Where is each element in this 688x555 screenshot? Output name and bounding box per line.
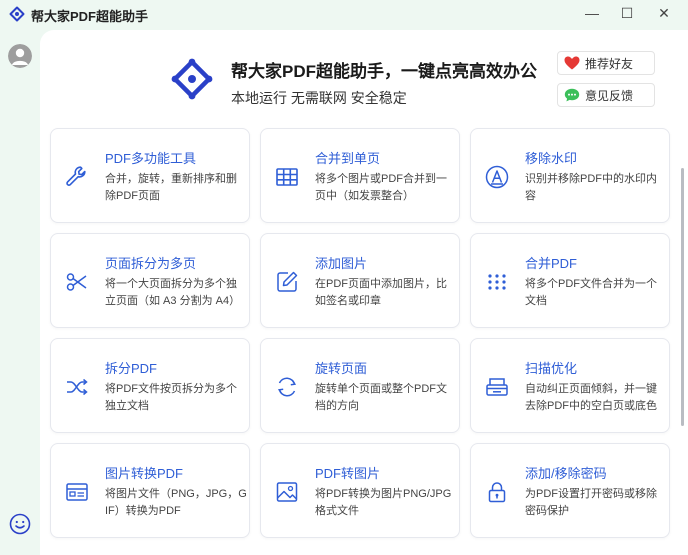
card-desc: 在PDF页面中添加图片，比如签名或印章 [315, 278, 447, 307]
lock-icon [488, 482, 506, 503]
app-title: 帮大家PDF超能助手 [31, 9, 149, 24]
card-desc: 将多个图片或PDF合并到一页中（如发票整合） [315, 173, 447, 202]
tool-card-password[interactable]: 添加/移除密码 为PDF设置打开密码或移除密码保护 [470, 443, 670, 538]
app-logo-icon [9, 6, 25, 22]
feedback-button[interactable]: 意见反馈 [557, 83, 655, 107]
edit-icon [277, 271, 298, 292]
card-desc: 为PDF设置打开密码或移除密码保护 [525, 488, 657, 517]
hero-title: 帮大家PDF超能助手，一键点亮高效办公 [231, 62, 537, 81]
tool-card-rotate-page[interactable]: 旋转页面 旋转单个页面或整个PDF文档的方向 [260, 338, 460, 433]
tool-card-add-image[interactable]: 添加图片 在PDF页面中添加图片，比如签名或印章 [260, 233, 460, 328]
card-desc: 将PDF文件按页拆分为多个独立文档 [105, 383, 237, 412]
recommend-label: 推荐好友 [585, 56, 634, 71]
hero-subtitle: 本地运行 无需联网 安全稳定 [231, 90, 407, 106]
card-title: 添加/移除密码 [525, 466, 607, 481]
card-title: PDF多功能工具 [105, 151, 197, 166]
scissors-icon [66, 273, 87, 291]
card-title: 页面拆分为多页 [105, 256, 197, 271]
card-title: PDF转图片 [315, 466, 381, 481]
tool-card-merge-to-single-page[interactable]: 合并到单页 将多个图片或PDF合并到一页中（如发票整合） [260, 128, 460, 223]
main-panel: 帮大家PDF超能助手，一键点亮高效办公 本地运行 无需联网 安全稳定 推荐好友 … [40, 30, 688, 555]
card-desc: 将一个大页面拆分为多个独立页面（如 A3 分割为 A4） [105, 278, 241, 307]
dots-grid-icon [488, 274, 506, 290]
card-desc: 合并，旋转，重新排序和删除PDF页面 [105, 173, 237, 202]
card-desc: 将图片文件（PNG，JPG，GIF）转换为PDF [105, 488, 247, 517]
tool-card-image-to-pdf[interactable]: 图片转换PDF 将图片文件（PNG，JPG，GIF）转换为PDF [50, 443, 250, 538]
minimize-button[interactable]: — [577, 2, 607, 24]
table-icon [276, 168, 298, 186]
tool-card-split-page[interactable]: 页面拆分为多页 将一个大页面拆分为多个独立页面（如 A3 分割为 A4） [50, 233, 250, 328]
card-desc: 将PDF转换为图片PNG/JPG格式文件 [315, 488, 452, 517]
card-desc: 将多个PDF文件合并为一个文档 [525, 278, 657, 307]
tool-card-scan-optimize[interactable]: 扫描优化 自动纠正页面倾斜，并一键去除PDF中的空白页或底色 [470, 338, 670, 433]
tool-card-merge-pdf[interactable]: 合并PDF 将多个PDF文件合并为一个文档 [470, 233, 670, 328]
tool-card-remove-watermark[interactable]: 移除水印 识别并移除PDF中的水印内容 [470, 128, 670, 223]
scanner-icon [486, 378, 508, 396]
maximize-button[interactable]: ☐ [612, 2, 642, 24]
heart-icon [564, 56, 580, 70]
card-title: 旋转页面 [315, 361, 368, 376]
wrench-icon [66, 166, 86, 186]
tool-card-pdf-multitool[interactable]: PDF多功能工具 合并，旋转，重新排序和删除PDF页面 [50, 128, 250, 223]
card-desc: 识别并移除PDF中的水印内容 [525, 173, 657, 202]
card-title: 扫描优化 [525, 361, 578, 376]
shuffle-icon [67, 378, 88, 396]
card-title: 合并到单页 [315, 151, 381, 166]
smile-icon[interactable] [9, 513, 31, 535]
recommend-button[interactable]: 推荐好友 [557, 51, 655, 75]
title-bar: 帮大家PDF超能助手 — ☐ ✕ [0, 0, 688, 28]
watermark-icon [485, 165, 509, 189]
tool-card-pdf-to-image[interactable]: PDF转图片 将PDF转换为图片PNG/JPG格式文件 [260, 443, 460, 538]
card-title: 移除水印 [525, 151, 578, 166]
scrollbar[interactable] [681, 168, 684, 426]
card-title: 图片转换PDF [105, 466, 184, 481]
card-title: 拆分PDF [105, 361, 158, 376]
card-desc: 旋转单个页面或整个PDF文档的方向 [315, 383, 447, 412]
hero-logo-icon [171, 58, 213, 100]
picture-icon [276, 482, 298, 502]
feedback-icon [564, 88, 580, 102]
feedback-label: 意见反馈 [585, 88, 634, 103]
card-title: 合并PDF [525, 256, 578, 271]
image-card-icon [66, 483, 88, 501]
avatar[interactable] [8, 44, 32, 68]
card-title: 添加图片 [315, 256, 368, 271]
card-desc: 自动纠正页面倾斜，并一键去除PDF中的空白页或底色 [525, 383, 657, 412]
left-rail [0, 28, 40, 555]
close-button[interactable]: ✕ [649, 2, 679, 24]
rotate-icon [277, 377, 297, 397]
tool-card-split-pdf[interactable]: 拆分PDF 将PDF文件按页拆分为多个独立文档 [50, 338, 250, 433]
